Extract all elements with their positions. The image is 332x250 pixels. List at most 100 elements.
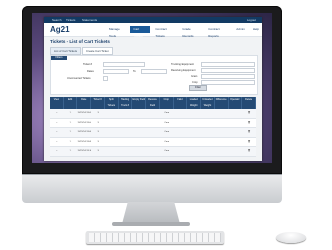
table-cell [201,119,215,128]
nav-contract-reports[interactable]: Contract Reports [205,26,231,38]
delete-icon[interactable]: 🗑 [242,109,256,118]
edit-icon[interactable]: ✎ [64,147,78,156]
table-cell: Corn [164,121,170,124]
table-row[interactable]: ⌕ ✎ 11/21/14 19:10 3 Corn 🗑 [50,147,256,157]
delete-icon[interactable]: 🗑 [242,128,256,137]
table-cell [119,147,133,156]
table-cell [215,128,229,137]
table-cell [187,109,201,118]
tab-create-cart-ticket[interactable]: Create Cart Ticket [82,47,113,55]
edit-icon[interactable]: ✎ [64,138,78,147]
edit-icon[interactable]: ✎ [64,109,78,118]
filter-panel: Filters Ticket # Dates To Unconverted Ti… [50,55,258,95]
table-cell [105,119,119,128]
keyboard-keys [89,233,221,242]
table-cell [132,119,146,128]
view-icon[interactable]: ⌕ [50,119,64,128]
column-header: Crop [160,97,174,109]
table-cell: 3 [97,131,99,133]
delete-icon[interactable]: 🗑 [242,119,256,128]
unconverted-checkbox[interactable] [103,76,108,81]
tab-list-cart-tickets[interactable]: List of Cart Tickets [50,47,82,55]
table-cell [174,109,188,118]
monitor-stand [122,202,180,224]
monitor-screen: Search Tickets Statements Logout Ag21 Ma… [32,13,272,163]
table-row[interactable]: ⌕ ✎ 11/21/14 19:04 3 Corn 🗑 [50,118,256,128]
nav-admin[interactable]: Admin [233,26,248,33]
filter-label-trucking: Trucking Equipment [171,63,194,66]
nav-manage-tools[interactable]: Manage Tools [106,26,128,38]
table-cell [119,119,133,128]
view-icon[interactable]: ⌕ [50,147,64,156]
table-cell [105,147,119,156]
receiving-equipment-select[interactable] [201,68,255,73]
column-header: Edit [64,97,78,109]
table-cell [146,147,160,156]
nav-contract-tickets[interactable]: Contract Tickets [152,26,177,38]
table-cell: 3 [97,140,99,143]
table-row[interactable]: ⌕ ✎ 11/21/14 19:06 3 Corn 🗑 [50,128,256,138]
edit-icon[interactable]: ✎ [64,119,78,128]
app-logo[interactable]: Ag21 [50,25,70,34]
date-to-input[interactable] [141,69,167,74]
filter-label-grain: Grain [191,75,198,78]
table-cell [215,138,229,147]
table-cell [201,138,215,147]
filter-button[interactable]: Filter [189,85,207,91]
view-icon[interactable]: ⌕ [50,128,64,137]
table-body: ⌕ ✎ 11/21/14 19:02 3 Corn 🗑 ⌕ ✎ 11/21/14 19:04 3 C… [50,109,256,157]
table-cell [132,128,146,137]
table-cell: Corn [164,112,170,114]
table-cell: 11/21/14 19:08 [77,140,92,143]
date-from-input[interactable] [103,69,129,74]
table-cell [146,128,160,137]
keyboard [86,231,224,244]
monitor-bezel: Search Tickets Statements Logout Ag21 Ma… [22,6,282,174]
table-row[interactable]: ⌕ ✎ 11/21/14 19:08 3 Corn 🗑 [50,137,256,147]
table-cell [229,128,243,137]
main-nav: Manage Tools Cart Tickets Contract Ticke… [106,26,262,38]
table-cell [229,109,243,118]
apple-logo-icon [142,181,156,195]
nav-grade-records[interactable]: Grade Records [179,26,203,38]
table-cell [119,128,133,137]
view-icon[interactable]: ⌕ [50,109,64,118]
table-row[interactable]: ⌕ ✎ 11/21/14 19:02 3 Corn 🗑 [50,109,256,119]
product-shot: Search Tickets Statements Logout Ag21 Ma… [0,0,332,250]
table-cell [215,147,229,156]
nav-cart-tickets[interactable]: Cart Tickets [130,26,151,38]
table-cell [119,109,133,118]
grain-select[interactable] [201,74,255,79]
filter-label-dates: Dates [87,70,94,73]
column-header: Difference [215,97,229,109]
column-header: Delete [242,97,256,109]
column-header: Split Tickets [105,97,119,109]
stand-foot [112,222,190,226]
column-header: View [50,97,64,109]
table-cell [187,138,201,147]
column-header: Ticket # [91,97,105,109]
table-cell [187,128,201,137]
column-header: Field [174,97,188,109]
delete-icon[interactable]: 🗑 [242,147,256,156]
column-header: Receive Field [146,97,160,109]
table-cell [132,138,146,147]
filter-label-receiving: Receiving Equipment [171,69,196,72]
table-cell [105,138,119,147]
mouse [276,232,306,243]
filter-label-ticket: Ticket # [83,63,92,66]
table-cell: 3 [97,150,99,152]
edit-icon[interactable]: ✎ [64,128,78,137]
ticket-number-input[interactable] [103,62,145,67]
page-tabs: List of Cart Tickets Create Cart Ticket [50,47,113,55]
view-icon[interactable]: ⌕ [50,138,64,147]
filter-label-unconverted: Unconverted Tickets [67,77,91,80]
table-cell [105,128,119,137]
delete-icon[interactable]: 🗑 [242,138,256,147]
nav-help[interactable]: Help [250,26,262,33]
filter-label-crop: Crop [192,81,198,84]
table-cell [229,147,243,156]
filter-label-to: To [133,70,136,73]
trucking-equipment-select[interactable] [201,62,255,67]
crop-select[interactable] [201,80,255,85]
